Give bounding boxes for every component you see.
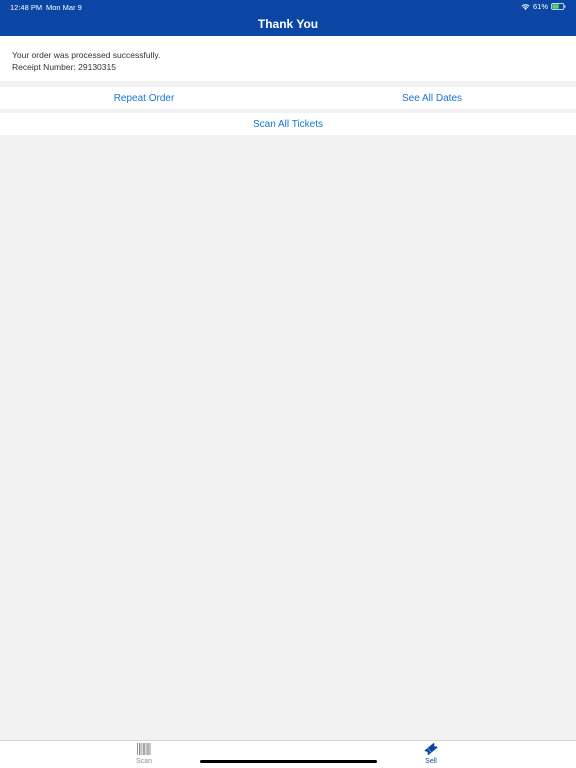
status-right: 61%: [521, 2, 566, 11]
tab-bar: Scan Sell: [0, 740, 576, 768]
tab-sell-label: Sell: [425, 758, 437, 765]
page-title: Thank You: [257, 17, 319, 31]
ticket-icon: [424, 742, 438, 756]
thank-you-screen: 12:48 PM Mon Mar 9 61% Thank You Your or…: [0, 0, 576, 768]
battery-percent: 61%: [532, 2, 548, 11]
see-all-dates-button[interactable]: See All Dates: [288, 93, 576, 104]
receipt-number: Receipt Number: 29130315: [12, 62, 116, 72]
header: 12:48 PM Mon Mar 9 61% Thank You: [0, 0, 576, 36]
tab-scan-label: Scan: [136, 758, 152, 765]
status-time: 12:48 PM: [10, 3, 43, 12]
order-confirmation-card: Your order was processed successfully. R…: [0, 36, 576, 81]
scan-all-tickets-button[interactable]: Scan All Tickets: [0, 119, 576, 130]
status-bar: 12:48 PM Mon Mar 9 61%: [0, 0, 576, 14]
tab-scan[interactable]: Scan: [114, 742, 174, 768]
status-date: Mon Mar 9: [46, 3, 82, 12]
action-row-secondary: Scan All Tickets: [0, 113, 576, 135]
success-message: Your order was processed successfully.: [12, 50, 161, 60]
battery-icon: [551, 3, 566, 10]
repeat-order-button[interactable]: Repeat Order: [0, 93, 288, 104]
home-indicator[interactable]: [200, 760, 377, 763]
wifi-icon: [521, 3, 530, 10]
action-row-primary: Repeat Order See All Dates: [0, 87, 576, 109]
barcode-icon: [137, 743, 151, 755]
tab-sell[interactable]: Sell: [401, 742, 461, 768]
